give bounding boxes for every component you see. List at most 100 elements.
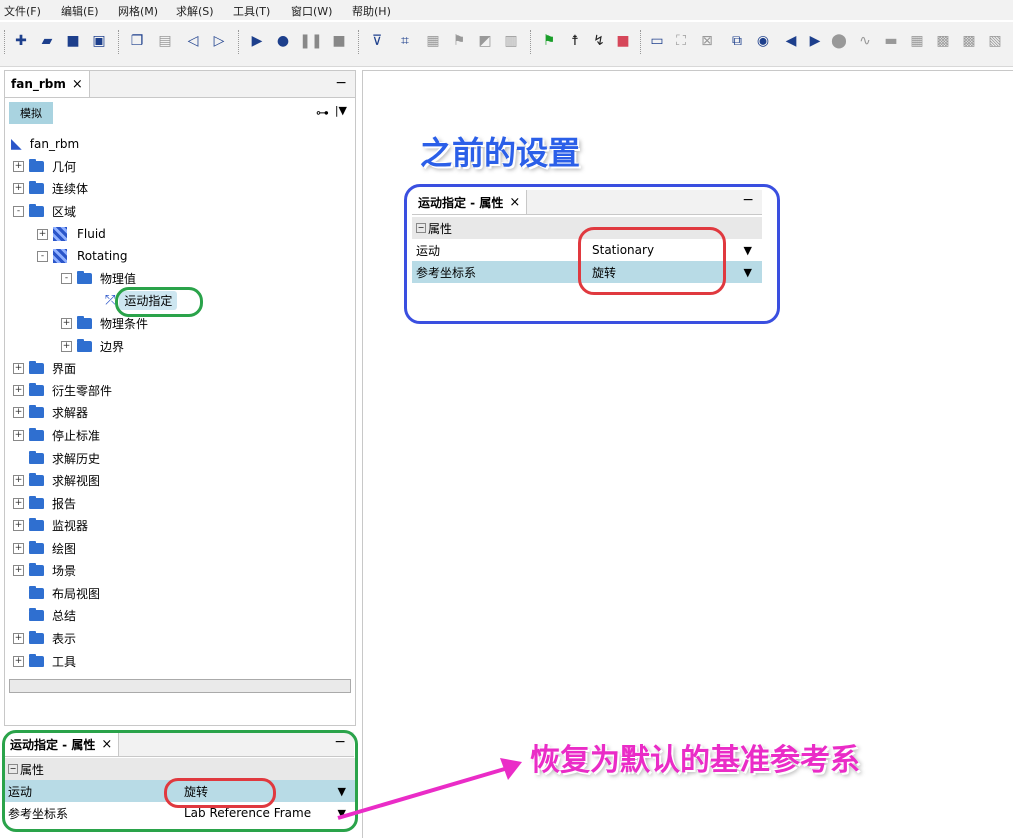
expand-icon[interactable]: +: [13, 542, 24, 554]
tab-fan-rbm[interactable]: fan_rbm ×: [5, 71, 90, 97]
expand-icon[interactable]: +: [13, 362, 24, 374]
monitor-icon[interactable]: ▭: [648, 32, 666, 50]
tree-item-solvers[interactable]: + 求解器: [13, 401, 88, 423]
plot-icon[interactable]: ∿: [856, 32, 874, 50]
red-stop-icon[interactable]: ■: [614, 32, 632, 50]
expand-icon[interactable]: +: [61, 340, 72, 352]
tree-item-rotating[interactable]: - Rotating: [37, 245, 127, 267]
menu-tools[interactable]: 工具(T): [233, 3, 270, 19]
collapse-icon[interactable]: -: [13, 205, 24, 217]
save-icon[interactable]: ■: [64, 32, 82, 50]
tree-root[interactable]: ◣ fan_rbm: [11, 133, 79, 155]
tree-item-representations[interactable]: + 表示: [13, 627, 76, 649]
mesh-icon[interactable]: ⌗: [396, 32, 414, 50]
tree-item-tools[interactable]: + 工具: [13, 650, 76, 672]
toolbar-separator: [238, 30, 240, 54]
menu-edit[interactable]: 编辑(E): [61, 3, 99, 19]
tree-item-continua[interactable]: + 连续体: [13, 177, 88, 199]
panel-more-icon[interactable]: ▧: [986, 32, 1004, 50]
chevron-down-icon[interactable]: |▼: [335, 104, 347, 117]
tree-item-solution-views[interactable]: + 求解视图: [13, 469, 100, 491]
tree-item-physics-values[interactable]: - 物理值: [61, 267, 136, 289]
panel-extra-icon[interactable]: ▩: [960, 32, 978, 50]
layout-icon[interactable]: ▬: [882, 32, 900, 50]
record-icon[interactable]: ●: [274, 32, 292, 50]
camera-icon[interactable]: ◉: [754, 32, 772, 50]
close-icon[interactable]: ×: [72, 77, 83, 92]
expand-icon[interactable]: +: [13, 632, 24, 644]
menu-file[interactable]: 文件(F): [4, 3, 41, 19]
arrow-left-icon[interactable]: ◀: [782, 32, 800, 50]
document-icon[interactable]: ▤: [156, 32, 174, 50]
run-fast-icon[interactable]: ↯: [590, 32, 608, 50]
expand-icon[interactable]: +: [13, 474, 24, 486]
expand-icon[interactable]: +: [13, 384, 24, 396]
tree-item-solution-histories[interactable]: 求解历史: [13, 447, 100, 469]
expand-icon[interactable]: +: [13, 564, 24, 576]
menu-help[interactable]: 帮助(H): [352, 3, 391, 19]
grid-icon[interactable]: ▥: [502, 32, 520, 50]
expand-icon[interactable]: +: [13, 497, 24, 509]
collapse-icon[interactable]: -: [61, 272, 72, 284]
folder-icon: [29, 427, 44, 441]
save-as-icon[interactable]: ▣: [90, 32, 108, 50]
folder-icon: [29, 653, 44, 667]
expand-icon[interactable]: +: [13, 519, 24, 531]
collapse-icon[interactable]: -: [37, 250, 48, 262]
expand-icon[interactable]: +: [13, 160, 24, 172]
expand-icon[interactable]: +: [37, 228, 48, 240]
table-icon[interactable]: ▦: [908, 32, 926, 50]
expand-icon[interactable]: +: [61, 317, 72, 329]
expand-icon[interactable]: +: [13, 655, 24, 667]
tab-simulation[interactable]: 模拟: [9, 102, 53, 124]
expand-icon[interactable]: +: [13, 406, 24, 418]
tree-item-reports[interactable]: + 报告: [13, 492, 76, 514]
window-icon[interactable]: ⧉: [728, 32, 746, 50]
forward-icon[interactable]: ▷: [210, 32, 228, 50]
tree-item-boundaries[interactable]: + 边界: [61, 335, 124, 357]
tree-item-summaries[interactable]: 总结: [13, 604, 76, 626]
tree-view-icon[interactable]: ⊶: [316, 106, 329, 121]
panel-icon[interactable]: ▩: [934, 32, 952, 50]
flag-icon[interactable]: ⚑: [450, 32, 468, 50]
run-icon[interactable]: ▶: [248, 32, 266, 50]
tree-item-derived-parts[interactable]: + 衍生零部件: [13, 379, 112, 401]
geometry-icon[interactable]: ◩: [476, 32, 494, 50]
open-icon[interactable]: ▰: [38, 32, 56, 50]
simulation-subbar: 模拟 ⊶ |▼: [5, 98, 355, 128]
tree-item-plots[interactable]: + 绘图: [13, 537, 76, 559]
sphere-icon[interactable]: ⬤: [830, 32, 848, 50]
minimize-icon[interactable]: −: [335, 75, 347, 91]
new-icon[interactable]: ✚: [12, 32, 30, 50]
green-flag-icon[interactable]: ⚑: [540, 32, 558, 50]
tree-item-stopping-criteria[interactable]: + 停止标准: [13, 424, 100, 446]
tree-label: 区域: [52, 204, 77, 219]
back-icon[interactable]: ◁: [184, 32, 202, 50]
walk-icon[interactable]: ☨: [566, 32, 584, 50]
tree-item-monitors[interactable]: + 监视器: [13, 514, 88, 536]
stop-icon[interactable]: ■: [330, 32, 348, 50]
arrow-right-icon[interactable]: ▶: [806, 32, 824, 50]
tree-item-interfaces[interactable]: + 界面: [13, 357, 76, 379]
expand-icon[interactable]: +: [13, 182, 24, 194]
toolbar-separator: [640, 30, 642, 54]
folder-icon: [29, 562, 44, 576]
tree-label: 求解器: [52, 405, 89, 420]
horizontal-scrollbar[interactable]: [9, 679, 351, 693]
copy-icon[interactable]: ❐: [128, 32, 146, 50]
filter-icon[interactable]: ⊽: [368, 32, 386, 50]
scene-icon[interactable]: ▦: [424, 32, 442, 50]
menu-window[interactable]: 窗口(W): [291, 3, 332, 19]
expand-icon[interactable]: +: [13, 429, 24, 441]
tree-item-scenes[interactable]: + 场景: [13, 559, 76, 581]
tree-item-fluid[interactable]: + Fluid: [37, 223, 106, 245]
expand-icon[interactable]: ⛶: [672, 32, 690, 50]
pause-icon[interactable]: ❚❚: [299, 32, 322, 50]
menu-mesh[interactable]: 网格(M): [118, 3, 158, 19]
grid-view-icon[interactable]: ⊠: [698, 32, 716, 50]
menu-solve[interactable]: 求解(S): [176, 3, 214, 19]
folder-icon: [29, 495, 44, 509]
tree-item-layout-views[interactable]: 布局视图: [13, 582, 100, 604]
tree-item-geometry[interactable]: + 几何: [13, 155, 76, 177]
tree-item-regions[interactable]: - 区域: [13, 200, 76, 222]
